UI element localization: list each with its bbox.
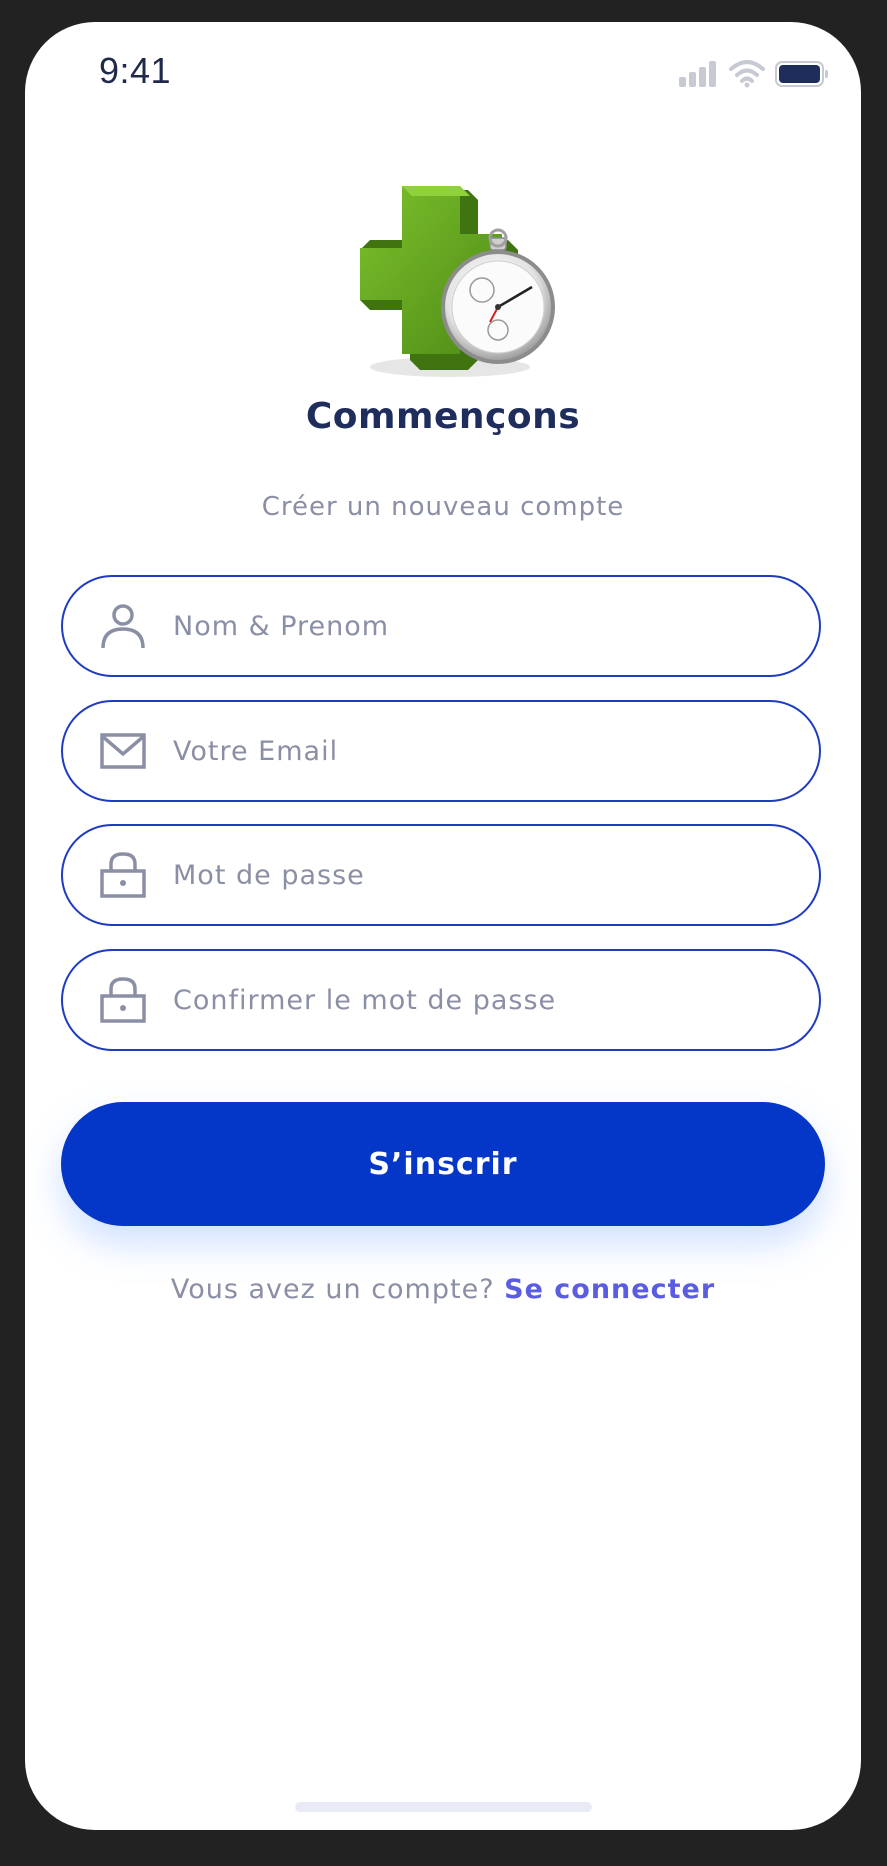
login-prompt-text: Vous avez un compte? bbox=[170, 1274, 495, 1305]
signup-button[interactable]: S’inscrir bbox=[61, 1102, 825, 1226]
password-field[interactable]: Mot de passe bbox=[61, 824, 821, 926]
email-placeholder: Votre Email bbox=[173, 735, 339, 767]
password-placeholder: Mot de passe bbox=[173, 859, 365, 891]
login-link[interactable]: Se connecter bbox=[504, 1274, 715, 1305]
confirm-password-placeholder: Confirmer le mot de passe bbox=[173, 984, 557, 1016]
confirm-password-field[interactable]: Confirmer le mot de passe bbox=[61, 949, 821, 1051]
lock-icon bbox=[99, 976, 147, 1024]
page-title: Commençons bbox=[305, 396, 581, 437]
full-name-placeholder: Nom & Prenom bbox=[173, 610, 390, 642]
status-bar: 9:41 bbox=[25, 22, 861, 122]
person-icon bbox=[99, 602, 147, 650]
cellular-signal-icon bbox=[679, 61, 719, 91]
page-subtitle: Créer un nouveau compte bbox=[261, 492, 625, 522]
phone-screen: 9:41 Commençons Créer un nouveau compte … bbox=[25, 22, 861, 1830]
status-time: 9:41 bbox=[99, 50, 172, 91]
battery-icon bbox=[775, 61, 829, 91]
status-icons bbox=[679, 60, 829, 92]
mail-icon bbox=[99, 727, 147, 775]
login-prompt: Vous avez un compte? Se connecter bbox=[25, 1274, 861, 1305]
wifi-icon bbox=[729, 60, 765, 92]
full-name-field[interactable]: Nom & Prenom bbox=[61, 575, 821, 677]
home-indicator[interactable] bbox=[295, 1802, 592, 1812]
signup-button-label: S’inscrir bbox=[368, 1146, 518, 1182]
app-logo bbox=[350, 182, 560, 382]
lock-icon bbox=[99, 851, 147, 899]
email-field[interactable]: Votre Email bbox=[61, 700, 821, 802]
